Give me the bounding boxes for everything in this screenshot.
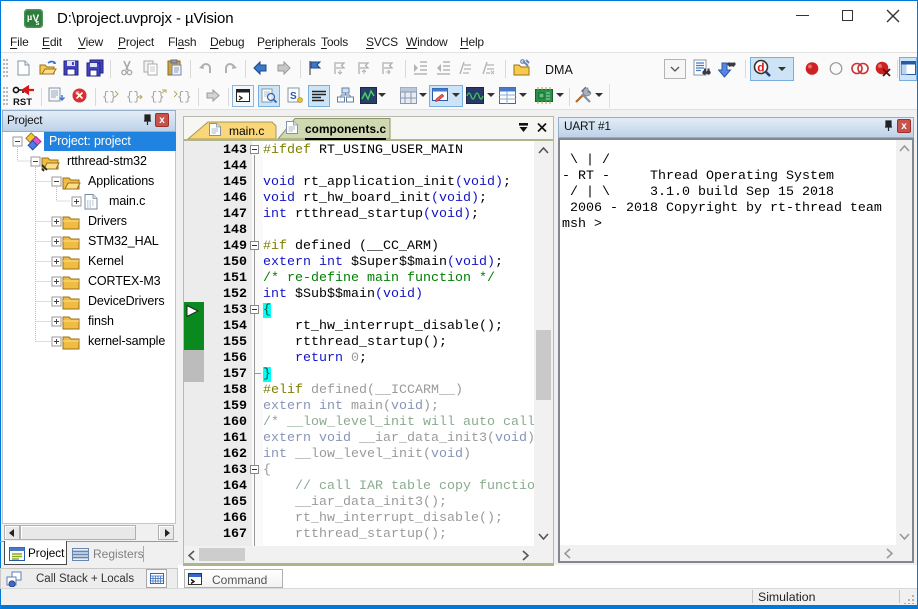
svg-text:RST: RST bbox=[13, 97, 32, 107]
svg-text:s: s bbox=[36, 20, 40, 27]
svg-text:{}: {} bbox=[177, 90, 191, 104]
svg-text:{}: {} bbox=[150, 90, 164, 104]
svg-text:{}: {} bbox=[102, 90, 116, 104]
svg-text:d: d bbox=[757, 61, 764, 75]
svg-text:S: S bbox=[290, 91, 297, 102]
